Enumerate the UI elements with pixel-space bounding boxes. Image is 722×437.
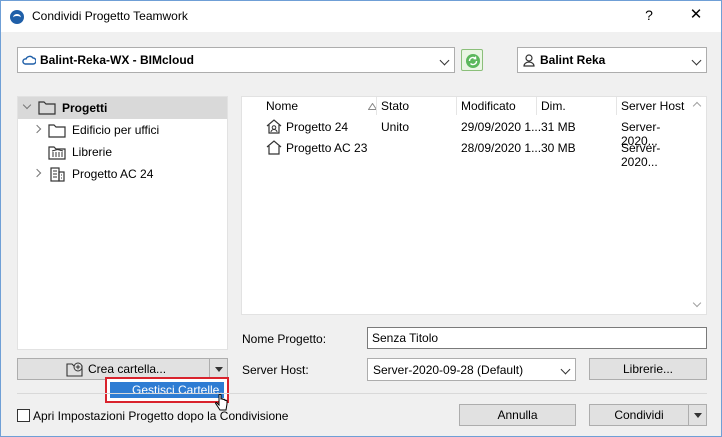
project-house-icon	[266, 140, 282, 155]
user-icon	[523, 54, 535, 67]
close-button[interactable]: ✕	[681, 5, 711, 27]
create-folder-label: Crea cartella...	[88, 362, 167, 376]
project-host: Server-2020...	[621, 141, 661, 169]
libraries-button[interactable]: Librerie...	[589, 358, 707, 380]
cancel-button[interactable]: Annulla	[459, 404, 576, 426]
project-name: Progetto 24	[286, 120, 349, 134]
column-header-modified[interactable]: Modificato	[461, 99, 516, 113]
chevron-down-icon[interactable]	[22, 100, 32, 110]
chevron-right-icon[interactable]	[32, 168, 42, 178]
project-name-input[interactable]: Senza Titolo	[367, 327, 707, 349]
folder-icon	[38, 101, 56, 115]
tree-item-label: Progetti	[62, 101, 108, 115]
create-folder-dropdown[interactable]	[209, 359, 227, 379]
divider	[17, 393, 707, 394]
teamwork-project-icon	[266, 119, 282, 134]
chevron-down-icon	[560, 364, 571, 375]
title-bar: Condividi Progetto Teamwork ? ✕	[1, 1, 721, 32]
share-button[interactable]: Condividi	[589, 404, 707, 426]
refresh-button[interactable]	[461, 49, 483, 71]
cloud-icon	[22, 55, 36, 65]
chevron-right-icon[interactable]	[32, 124, 42, 134]
new-folder-icon	[66, 362, 83, 377]
tree-item-edificio[interactable]: Edificio per uffici	[18, 119, 227, 141]
scroll-up-arrow-icon[interactable]	[692, 101, 702, 111]
server-host-select[interactable]: Server-2020-09-28 (Default)	[367, 358, 576, 381]
open-settings-checkbox[interactable]	[17, 409, 30, 422]
project-modified: 29/09/2020 1...	[461, 120, 542, 134]
user-select-value: Balint Reka	[540, 53, 606, 67]
building-icon	[50, 167, 65, 182]
vertical-scrollbar[interactable]	[689, 97, 706, 314]
project-list: Nome Stato Modificato Dim. Server Host P…	[241, 96, 707, 315]
folder-menu-popup: Gestisci Cartelle...	[105, 377, 229, 403]
tree-item-label: Edificio per uffici	[72, 123, 160, 137]
tree-item-progetti[interactable]: Progetti	[18, 97, 227, 119]
table-row[interactable]: Progetto AC 23 28/09/2020 1... 30 MB Ser…	[242, 138, 690, 169]
tree-item-progetto-ac-24[interactable]: Progetto AC 24	[18, 163, 227, 185]
window-title: Condividi Progetto Teamwork	[32, 9, 188, 23]
tree-item-label: Librerie	[72, 145, 113, 159]
project-size: 31 MB	[541, 120, 576, 134]
refresh-icon	[466, 54, 480, 68]
project-status: Unito	[381, 120, 410, 134]
server-host-value: Server-2020-09-28 (Default)	[373, 363, 524, 377]
share-dropdown[interactable]	[688, 405, 706, 425]
open-settings-label: Apri Impostazioni Progetto dopo la Condi…	[33, 409, 289, 423]
scroll-down-arrow-icon[interactable]	[692, 298, 702, 308]
archicad-app-icon	[10, 10, 24, 24]
help-button[interactable]: ?	[637, 7, 661, 27]
dropdown-arrow-icon	[694, 413, 702, 418]
share-dialog: Condividi Progetto Teamwork ? ✕ Balint-R…	[0, 0, 722, 437]
tree-item-librerie[interactable]: Librerie	[18, 141, 227, 163]
folder-tree: Progetti Edificio per uffici Librerie Pr…	[17, 96, 228, 350]
chevron-down-icon	[439, 55, 450, 66]
folder-icon	[48, 124, 66, 138]
hand-cursor-icon	[215, 394, 228, 411]
column-header-status[interactable]: Stato	[381, 99, 409, 113]
column-header-server-host[interactable]: Server Host	[621, 99, 684, 113]
project-size: 30 MB	[541, 141, 576, 155]
manage-folders-menu-item[interactable]: Gestisci Cartelle...	[110, 382, 224, 398]
project-name-label: Nome Progetto:	[242, 332, 327, 346]
table-row[interactable]: Progetto 24 Unito 29/09/2020 1... 31 MB …	[242, 117, 690, 148]
tree-item-label: Progetto AC 24	[72, 167, 154, 181]
column-header-name[interactable]: Nome	[266, 99, 298, 113]
user-select[interactable]: Balint Reka	[517, 47, 707, 73]
server-host-label: Server Host:	[242, 363, 309, 377]
dropdown-arrow-icon	[215, 367, 223, 372]
library-icon	[48, 146, 66, 160]
column-header-size[interactable]: Dim.	[541, 99, 566, 113]
share-button-label: Condividi	[614, 408, 664, 422]
server-select[interactable]: Balint-Reka-WX - BIMcloud	[17, 47, 455, 73]
server-select-value: Balint-Reka-WX - BIMcloud	[40, 53, 195, 67]
project-modified: 28/09/2020 1...	[461, 141, 542, 155]
chevron-down-icon	[691, 55, 702, 66]
project-name: Progetto AC 23	[286, 141, 368, 155]
